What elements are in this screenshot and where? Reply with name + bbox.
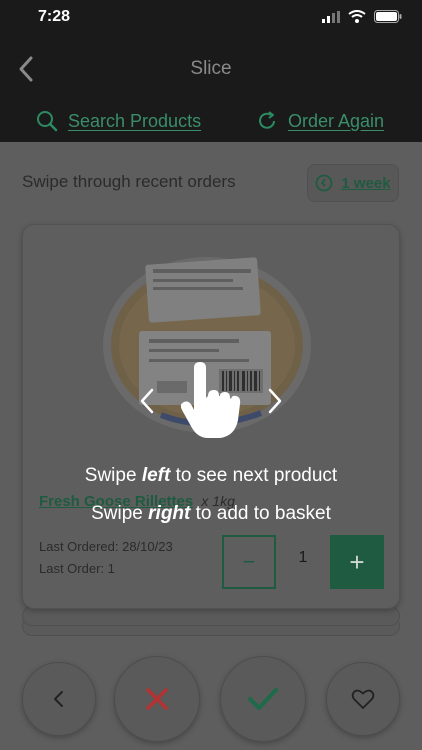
reject-button[interactable]	[114, 656, 200, 742]
swipe-left-instruction: Swipe left to see next product	[0, 465, 422, 487]
period-filter-button[interactable]: 1 week	[307, 164, 399, 202]
section-subtitle: Swipe through recent orders	[22, 172, 236, 191]
instruction-direction-left: left	[141, 465, 171, 486]
search-icon	[37, 111, 58, 132]
last-order-count: Last Order: 1	[39, 561, 115, 576]
clock-icon	[315, 174, 333, 192]
quantity-value: 1	[298, 549, 308, 566]
page-title: Slice	[190, 58, 232, 79]
card-stack-layer	[22, 606, 400, 626]
swipe-right-instruction: Swipe right to add to basket	[0, 503, 422, 525]
chevron-left-icon	[54, 691, 63, 707]
instruction-suffix: to add to basket	[190, 503, 331, 524]
tab-order-again-label: Order Again	[288, 110, 385, 131]
instruction-prefix: Swipe	[91, 503, 149, 524]
status-icons	[322, 10, 402, 23]
quantity-increase-button[interactable]: +	[330, 535, 384, 589]
favourite-button[interactable]	[326, 662, 400, 736]
action-bar	[0, 650, 422, 750]
instruction-direction-right: right	[148, 503, 191, 524]
wifi-icon	[348, 10, 366, 23]
status-bar: 7:28	[0, 0, 422, 36]
tab-bar: Search Products Order Again	[0, 104, 422, 142]
last-ordered-date: Last Ordered: 28/10/23	[39, 539, 173, 554]
swipe-hand-icon	[180, 362, 241, 438]
tab-search-products[interactable]: Search Products	[36, 110, 201, 132]
battery-icon	[374, 10, 402, 23]
status-time: 7:28	[38, 8, 71, 25]
tab-search-label: Search Products	[68, 110, 202, 131]
previous-button[interactable]	[22, 662, 96, 736]
instruction-prefix: Swipe	[84, 465, 142, 486]
accept-button[interactable]	[220, 656, 306, 742]
chevron-left-icon	[140, 388, 154, 414]
refresh-icon	[259, 111, 275, 129]
signal-icon	[322, 10, 340, 23]
nav-bar: Slice	[0, 36, 422, 104]
close-icon	[146, 688, 168, 710]
instruction-suffix: to see next product	[170, 465, 338, 486]
check-icon	[248, 688, 278, 710]
quantity-decrease-button[interactable]: −	[222, 535, 276, 589]
chevron-right-icon	[268, 388, 282, 414]
heart-icon	[351, 689, 375, 709]
period-filter-label: 1 week	[341, 174, 391, 192]
tab-order-again[interactable]: Order Again	[256, 110, 384, 132]
